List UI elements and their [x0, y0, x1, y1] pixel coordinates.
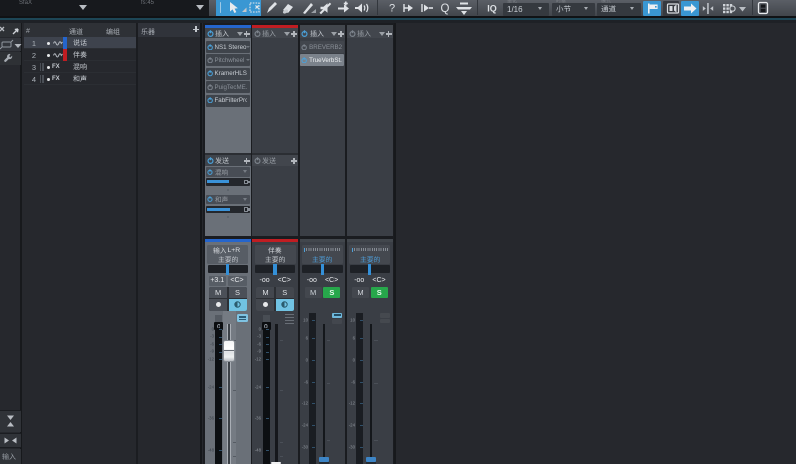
svg-text:IQ: IQ [487, 4, 497, 14]
svg-text:?: ? [389, 3, 395, 15]
svg-text:Q: Q [441, 3, 450, 15]
